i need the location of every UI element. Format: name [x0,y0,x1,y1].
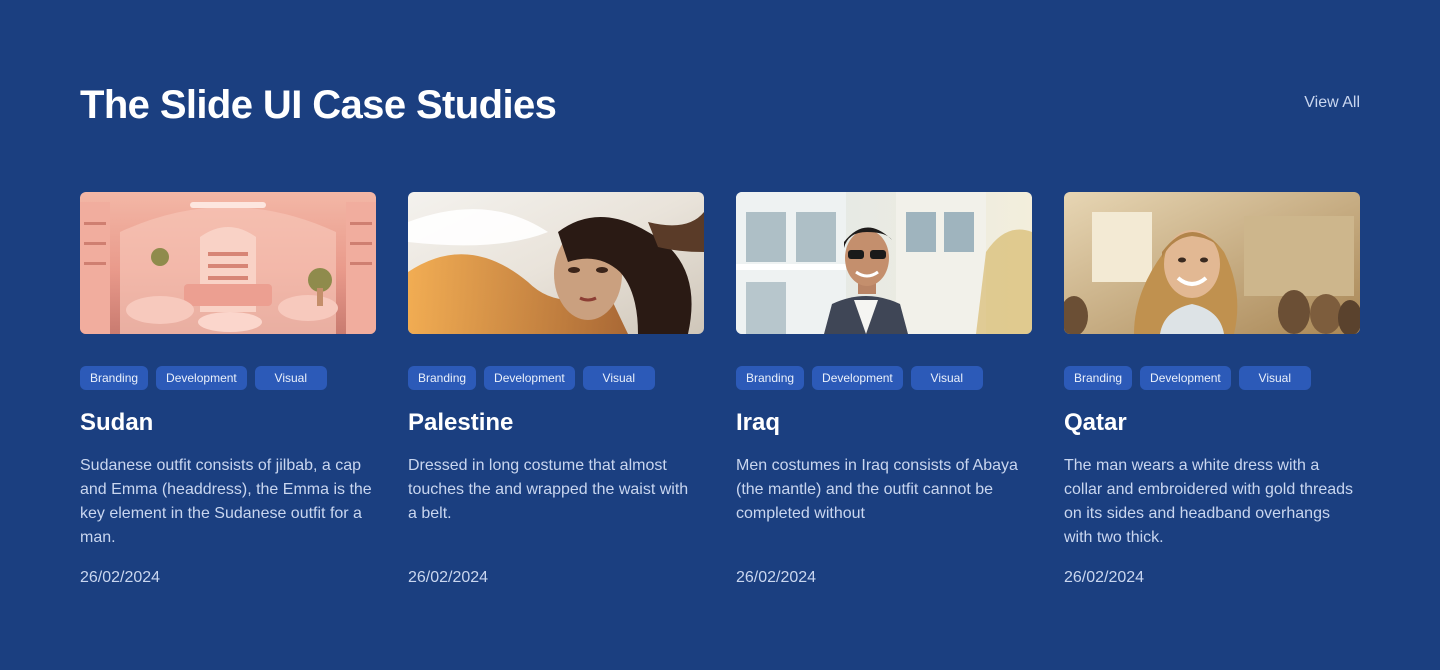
tag-development[interactable]: Development [484,366,575,390]
tag-branding[interactable]: Branding [408,366,477,390]
card-title[interactable]: Palestine [408,408,513,438]
card-image-qatar[interactable] [1064,192,1360,334]
tag-branding[interactable]: Branding [1064,366,1133,390]
tag-visual[interactable]: Visual [910,366,983,390]
card-description: Sudanese outfit consists of jilbab, a ca… [80,457,372,546]
card-title[interactable]: Sudan [80,408,153,438]
case-study-card-iraq[interactable]: Branding Development Visual Iraq Men cos… [736,192,1032,602]
card-description: Dressed in long costume that almost touc… [408,457,689,522]
case-study-card-qatar[interactable]: Branding Development Visual Qatar The ma… [1064,192,1360,602]
card-description: The man wears a white dress with a colla… [1064,457,1354,546]
tag-development[interactable]: Development [156,366,247,390]
tag-development[interactable]: Development [812,366,903,390]
tag-visual[interactable]: Visual [254,366,327,390]
case-study-list: Branding Development Visual Sudan Sudane… [80,192,1361,612]
case-study-card-palestine[interactable]: Branding Development Visual Palestine Dr… [408,192,704,602]
card-date: 26/02/2024 [80,569,161,586]
tag-list: Branding Development Visual [736,366,983,390]
page-title: The Slide UI Case Studies [80,83,557,127]
smiling-woman-in-classroom-photo [1064,192,1360,334]
section-header: The Slide UI Case Studies View All [80,82,1360,130]
pink-boutique-interior-photo [80,192,376,334]
tag-branding[interactable]: Branding [80,366,149,390]
tag-list: Branding Development Visual [80,366,327,390]
card-date: 26/02/2024 [408,569,489,586]
card-image-iraq[interactable] [736,192,1032,334]
card-image-palestine[interactable] [408,192,704,334]
woman-with-flowing-fabric-photo [408,192,704,334]
card-description: Men costumes in Iraq consists of Abaya (… [736,457,1018,522]
tag-list: Branding Development Visual [408,366,655,390]
card-date: 26/02/2024 [736,569,817,586]
tag-branding[interactable]: Branding [736,366,805,390]
smiling-man-in-sunglasses-photo [736,192,1032,334]
card-image-sudan[interactable] [80,192,376,334]
view-all-link[interactable]: View All [1304,94,1360,112]
card-title[interactable]: Qatar [1064,408,1127,438]
card-date: 26/02/2024 [1064,569,1145,586]
tag-visual[interactable]: Visual [1238,366,1311,390]
tag-list: Branding Development Visual [1064,366,1311,390]
case-study-card-sudan[interactable]: Branding Development Visual Sudan Sudane… [80,192,376,602]
card-title[interactable]: Iraq [736,408,780,438]
tag-development[interactable]: Development [1140,366,1231,390]
tag-visual[interactable]: Visual [582,366,655,390]
